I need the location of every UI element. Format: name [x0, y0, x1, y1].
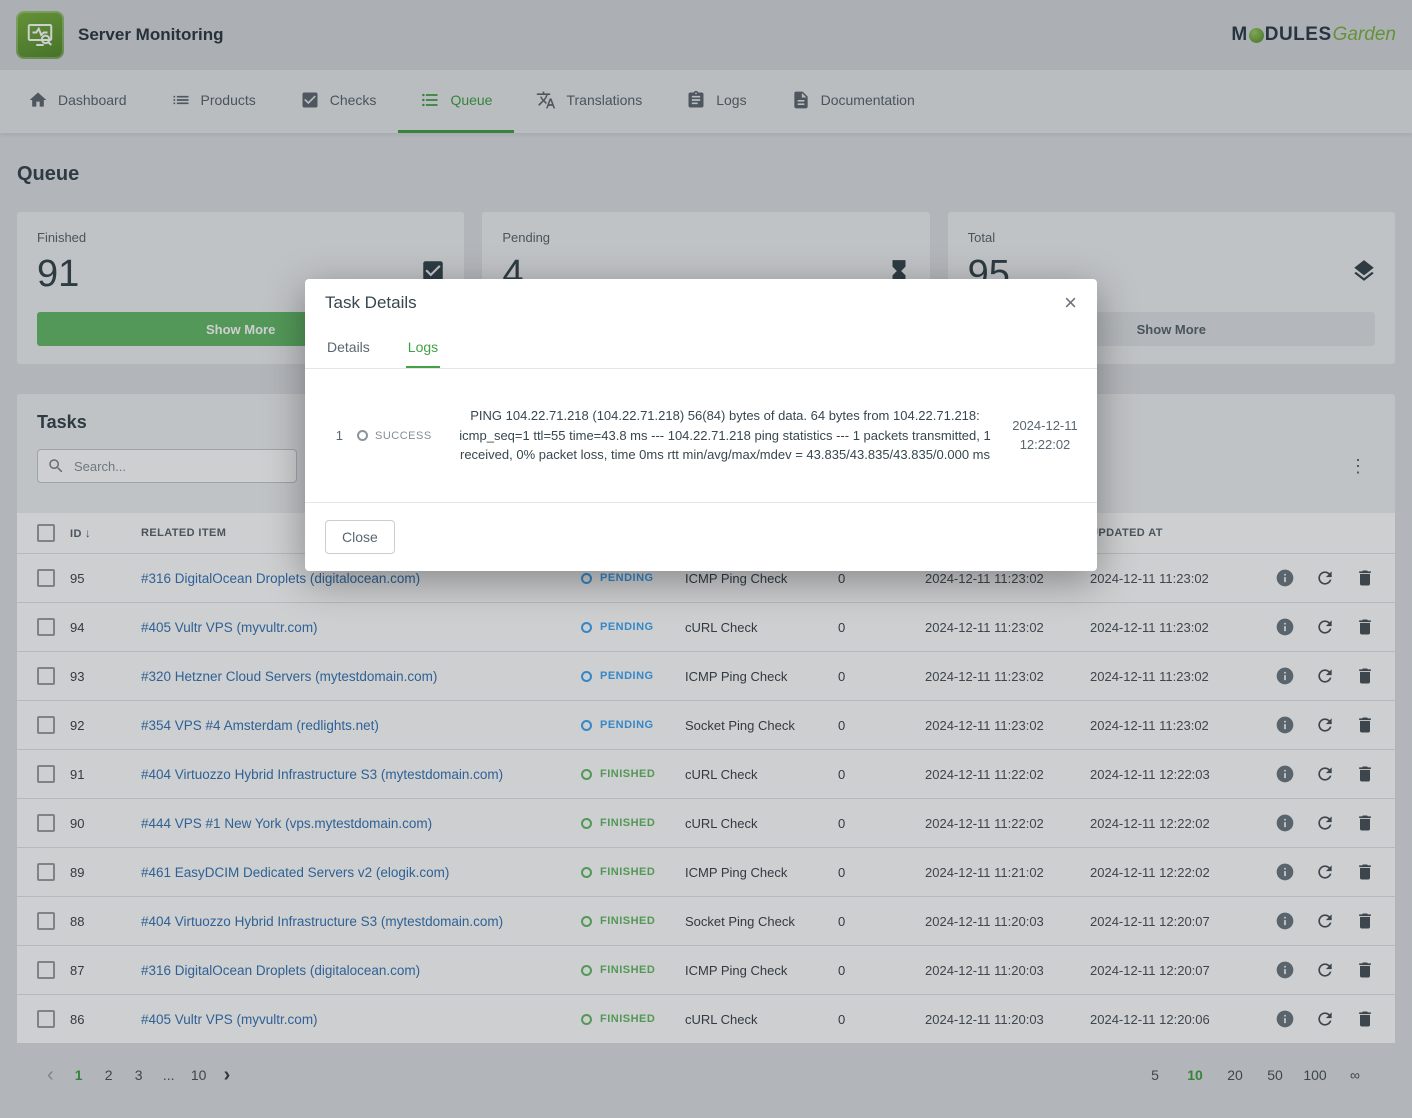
log-entry-row: 1 SUCCESS PING 104.22.71.218 (104.22.71.…	[305, 369, 1097, 503]
log-index: 1	[321, 428, 343, 443]
close-icon[interactable]: ×	[1064, 292, 1077, 314]
task-details-modal: Task Details × Details Logs 1 SUCCESS PI…	[305, 279, 1097, 571]
log-status-badge: SUCCESS	[357, 430, 441, 442]
log-message: PING 104.22.71.218 (104.22.71.218) 56(84…	[455, 406, 995, 465]
modal-footer: Close	[305, 503, 1097, 571]
close-button[interactable]: Close	[325, 520, 395, 554]
log-timestamp: 2024-12-11 12:22:02	[1009, 417, 1081, 453]
tab-logs[interactable]: Logs	[406, 327, 440, 368]
modal-tabs: Details Logs	[305, 327, 1097, 369]
modal-header: Task Details ×	[305, 279, 1097, 327]
modal-title: Task Details	[325, 293, 417, 313]
tab-details[interactable]: Details	[325, 327, 372, 368]
status-circle-icon	[357, 430, 368, 441]
